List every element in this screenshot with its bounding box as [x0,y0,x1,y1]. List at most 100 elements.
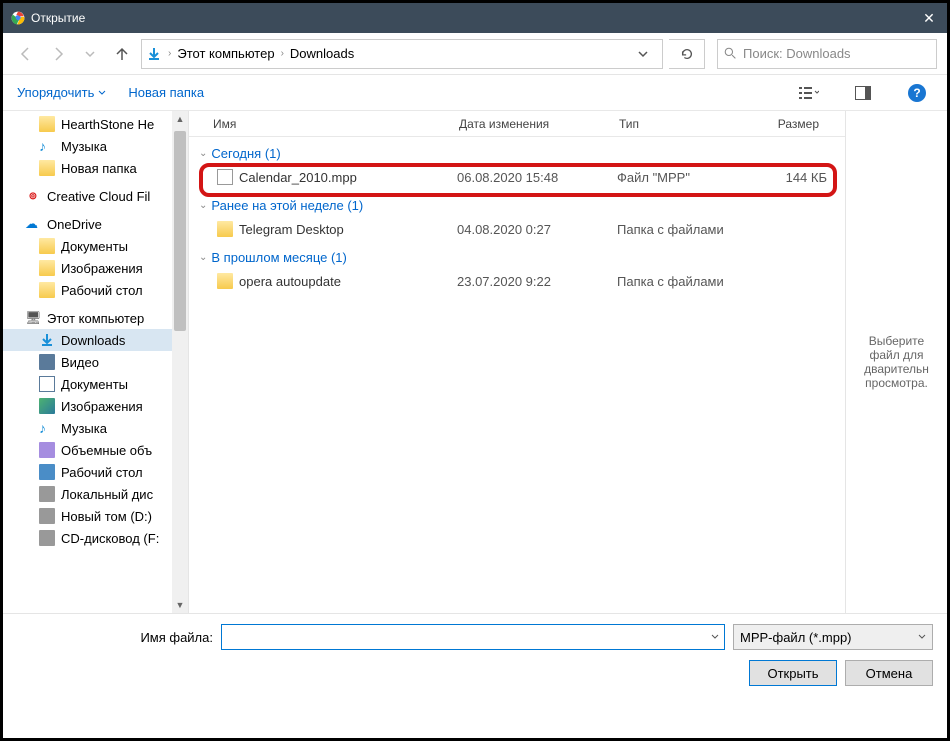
column-size[interactable]: Размер [749,117,829,131]
file-type: Папка с файлами [617,222,757,237]
cancel-button[interactable]: Отмена [845,660,933,686]
navigation-bar: › Этот компьютер › Downloads Поиск: Down… [3,33,947,75]
tree-item-label: Новый том (D:) [61,509,152,524]
chevron-down-icon [711,633,719,641]
tree-item-label: Музыка [61,421,107,436]
file-row[interactable]: Telegram Desktop04.08.2020 0:27Папка с ф… [189,217,845,241]
chevron-down-icon [85,49,95,59]
tree-item[interactable]: Downloads [3,329,188,351]
arrow-left-icon [18,46,34,62]
arrow-up-icon [114,46,130,62]
titlebar[interactable]: Открытие ✕ [3,3,947,33]
up-button[interactable] [109,41,135,67]
tree-item-label: OneDrive [47,217,102,232]
new-folder-button[interactable]: Новая папка [128,85,204,100]
filter-label: MPP-файл (*.mpp) [740,630,852,645]
tree-item[interactable]: Изображения [3,395,188,417]
preview-pane-button[interactable] [847,81,879,105]
tree-item-label: Документы [61,377,128,392]
search-input[interactable]: Поиск: Downloads [717,39,937,69]
tree-item[interactable]: Локальный дис [3,483,188,505]
toolbar: Упорядочить Новая папка ? [3,75,947,111]
tree-item-label: Объемные объ [61,443,152,458]
tree-item[interactable]: CD-дисковод (F: [3,527,188,549]
organize-label: Упорядочить [17,85,94,100]
tree-item[interactable]: ⊚Creative Cloud Fil [3,185,188,207]
tree-item-label: Музыка [61,139,107,154]
search-placeholder: Поиск: Downloads [743,46,851,61]
file-type-filter[interactable]: MPP-файл (*.mpp) [733,624,933,650]
tree-item[interactable]: Документы [3,373,188,395]
tree-item-label: Изображения [61,399,143,414]
tree-item-label: Локальный дис [61,487,153,502]
tree-item-label: Рабочий стол [61,283,143,298]
file-row[interactable]: opera autoupdate23.07.2020 9:22Папка с ф… [189,269,845,293]
group-header[interactable]: ⌄ Сегодня (1) [189,141,845,165]
column-date[interactable]: Дата изменения [449,117,609,131]
breadcrumb-sep: › [279,48,286,59]
tree-item[interactable]: Новый том (D:) [3,505,188,527]
open-button-label: Открыть [767,666,818,681]
tree-item[interactable]: Объемные объ [3,439,188,461]
tree-item-label: CD-дисковод (F: [61,531,159,546]
breadcrumb-segment[interactable]: Этот компьютер [173,46,278,61]
tree-item[interactable]: HearthStone He [3,113,188,135]
file-name: Telegram Desktop [239,222,457,237]
open-button[interactable]: Открыть [749,660,837,686]
refresh-button[interactable] [669,39,705,69]
scrollbar-thumb[interactable] [174,131,186,331]
group-header[interactable]: ⌄Ранее на этой неделе (1) [189,193,845,217]
organize-menu[interactable]: Упорядочить [17,85,106,100]
chevron-down-icon: ⌄ [199,148,207,159]
column-name[interactable]: Имя [189,117,449,131]
tree-item[interactable]: ♪Музыка [3,135,188,157]
group-label: Сегодня (1) [211,146,280,161]
scroll-down-icon[interactable]: ▼ [172,597,188,613]
view-details-icon [799,86,819,100]
downloads-icon [146,46,162,62]
tree-item[interactable]: 🖥Этот компьютер [3,307,188,329]
file-size: 144 КБ [757,170,827,185]
filename-label: Имя файла: [17,630,213,645]
help-icon: ? [908,84,926,102]
arrow-right-icon [50,46,66,62]
tree-item[interactable]: Изображения [3,257,188,279]
close-icon[interactable]: ✕ [919,10,939,27]
tree-item[interactable]: Документы [3,235,188,257]
file-type: Файл "MPP" [617,170,757,185]
chevron-down-icon [918,633,926,641]
file-type: Папка с файлами [617,274,757,289]
column-type[interactable]: Тип [609,117,749,131]
filename-input[interactable] [221,624,725,650]
tree-item-label: Рабочий стол [61,465,143,480]
file-list: Имя Дата изменения Тип Размер ⌄ Сегодня (… [189,111,845,613]
help-button[interactable]: ? [901,81,933,105]
file-date: 06.08.2020 15:48 [457,170,617,185]
tree-item[interactable]: Рабочий стол [3,279,188,301]
back-button[interactable] [13,41,39,67]
scroll-up-icon[interactable]: ▲ [172,111,188,127]
recent-locations-button[interactable] [77,41,103,67]
tree-item-label: HearthStone He [61,117,154,132]
tree-item[interactable]: ♪Музыка [3,417,188,439]
tree-item[interactable]: Видео [3,351,188,373]
address-history-button[interactable] [628,39,658,69]
view-options-button[interactable] [793,81,825,105]
chevron-down-icon: ⌄ [199,252,207,263]
chevron-down-icon [98,89,106,97]
forward-button[interactable] [45,41,71,67]
file-row[interactable]: Calendar_2010.mpp06.08.2020 15:48Файл "M… [189,165,845,189]
chrome-icon [11,11,25,25]
preview-placeholder: Выберите файл для дварительн просмотра. [852,334,941,390]
breadcrumb-segment[interactable]: Downloads [286,46,358,61]
tree-item[interactable]: Новая папка [3,157,188,179]
chevron-down-icon [638,49,648,59]
group-header[interactable]: ⌄В прошлом месяце (1) [189,245,845,269]
tree-item[interactable]: Рабочий стол [3,461,188,483]
tree-item-label: Видео [61,355,99,370]
tree-item-label: Downloads [61,333,125,348]
address-bar[interactable]: › Этот компьютер › Downloads [141,39,663,69]
filename-history-button[interactable] [706,625,724,649]
tree-item[interactable]: ☁OneDrive [3,213,188,235]
sidebar-scrollbar[interactable]: ▲ ▼ [172,111,188,613]
